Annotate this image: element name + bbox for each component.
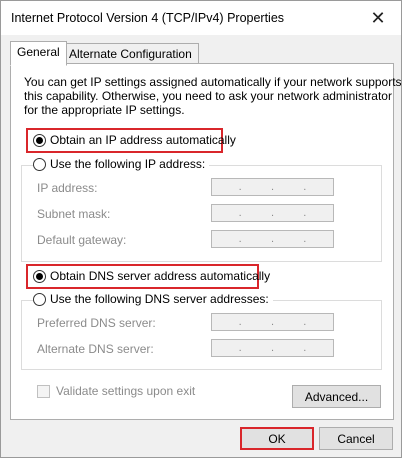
- obtain-ip-auto-label: Obtain an IP address automatically: [50, 133, 236, 147]
- validate-settings-label: Validate settings upon exit: [56, 384, 196, 398]
- ip-address-field[interactable]: ...: [211, 178, 334, 196]
- preferred-dns-field[interactable]: ...: [211, 313, 334, 331]
- description-line: You can get IP settings assigned automat…: [24, 75, 402, 89]
- dns-server-group: [21, 300, 382, 370]
- preferred-dns-label: Preferred DNS server:: [37, 316, 156, 330]
- description-line: this capability. Otherwise, you need to …: [24, 89, 392, 103]
- radio-unselected-icon: [33, 292, 46, 306]
- tab-strip: General Alternate Configuration: [1, 35, 401, 66]
- use-following-dns-label: Use the following DNS server addresses:: [50, 292, 269, 306]
- description-line: for the appropriate IP settings.: [24, 103, 185, 117]
- default-gateway-label: Default gateway:: [37, 233, 127, 247]
- ok-button[interactable]: OK: [240, 427, 314, 450]
- tab-alternate-configuration[interactable]: Alternate Configuration: [62, 43, 199, 65]
- radio-selected-icon: [33, 269, 46, 283]
- advanced-button[interactable]: Advanced...: [292, 385, 381, 408]
- use-following-dns-radio[interactable]: Use the following DNS server addresses:: [33, 292, 273, 306]
- use-following-ip-radio[interactable]: Use the following IP address:: [33, 157, 210, 171]
- obtain-dns-auto-label: Obtain DNS server address automatically: [50, 269, 271, 283]
- title-bar: Internet Protocol Version 4 (TCP/IPv4) P…: [1, 1, 401, 35]
- dialog-title: Internet Protocol Version 4 (TCP/IPv4) P…: [11, 11, 285, 25]
- subnet-mask-label: Subnet mask:: [37, 207, 111, 221]
- use-following-ip-label: Use the following IP address:: [50, 157, 206, 171]
- alternate-dns-label: Alternate DNS server:: [37, 342, 154, 356]
- checkbox-unchecked-icon: [37, 384, 50, 398]
- description-text: You can get IP settings assigned automat…: [24, 75, 402, 117]
- tab-general[interactable]: General: [10, 41, 67, 66]
- obtain-dns-auto-radio[interactable]: Obtain DNS server address automatically: [33, 269, 270, 283]
- close-icon[interactable]: ✕: [355, 1, 401, 35]
- cancel-button[interactable]: Cancel: [319, 427, 393, 450]
- alternate-dns-field[interactable]: ...: [211, 339, 334, 357]
- radio-selected-icon: [33, 133, 46, 147]
- default-gateway-field[interactable]: ...: [211, 230, 334, 248]
- radio-unselected-icon: [33, 157, 46, 171]
- subnet-mask-field[interactable]: ...: [211, 204, 334, 222]
- validate-settings-checkbox[interactable]: Validate settings upon exit: [37, 384, 195, 398]
- ip-address-label: IP address:: [37, 181, 98, 195]
- obtain-ip-auto-radio[interactable]: Obtain an IP address automatically: [33, 133, 236, 147]
- general-panel: You can get IP settings assigned automat…: [10, 63, 402, 420]
- dialog-window: Internet Protocol Version 4 (TCP/IPv4) P…: [0, 0, 402, 458]
